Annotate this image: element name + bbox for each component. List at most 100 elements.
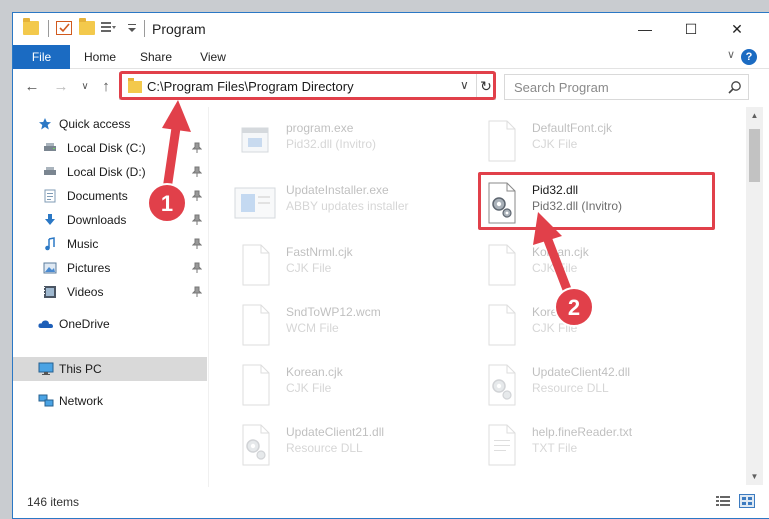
local-disk-icon bbox=[44, 167, 56, 175]
sidebar-item-label: Local Disk (D:) bbox=[67, 165, 146, 179]
sidebar-item-music[interactable]: Music bbox=[13, 232, 207, 256]
refresh-button[interactable]: ↻ bbox=[476, 73, 495, 99]
installer-icon bbox=[234, 187, 276, 219]
file-item[interactable]: UpdateClient42.dll Resource DLL bbox=[456, 359, 696, 415]
scroll-down-button[interactable]: ▼ bbox=[746, 468, 763, 485]
pin-icon[interactable] bbox=[192, 142, 202, 154]
search-box[interactable]: Search Program bbox=[504, 74, 749, 100]
chevron-down-icon[interactable] bbox=[127, 21, 137, 35]
new-folder-icon[interactable] bbox=[79, 18, 95, 35]
pin-icon[interactable] bbox=[192, 262, 202, 274]
status-bar: 146 items bbox=[13, 487, 769, 518]
file-name: help.fineReader.txt bbox=[532, 425, 633, 439]
large-icons-view-icon[interactable] bbox=[739, 494, 755, 508]
divider bbox=[144, 20, 145, 37]
file-type: CJK File bbox=[286, 261, 332, 275]
help-button[interactable]: ? bbox=[741, 49, 757, 65]
file-icon bbox=[488, 120, 516, 162]
dll-gear-icon bbox=[488, 364, 516, 406]
search-input[interactable]: Search Program bbox=[514, 80, 609, 95]
file-item[interactable]: FastNrml.cjk CJK File bbox=[210, 239, 450, 295]
navigation-pane: Quick access Local Disk (C:) Local Disk … bbox=[13, 107, 208, 487]
sidebar-item-network[interactable]: Network bbox=[13, 389, 207, 413]
properties-icon[interactable] bbox=[56, 21, 72, 35]
file-type: CJK File bbox=[286, 381, 332, 395]
sidebar-item-label: Downloads bbox=[67, 213, 127, 227]
divider bbox=[48, 20, 49, 37]
dll-gear-icon bbox=[242, 424, 270, 466]
file-type: Resource DLL bbox=[532, 381, 609, 395]
file-item[interactable]: SndToWP12.wcm WCM File bbox=[210, 299, 450, 355]
pin-icon[interactable] bbox=[192, 190, 202, 202]
folder-icon bbox=[23, 18, 39, 35]
file-type: WCM File bbox=[286, 321, 339, 335]
expand-ribbon-icon[interactable]: ∨ bbox=[727, 48, 735, 61]
sidebar-item-label: Quick access bbox=[59, 117, 131, 131]
file-name: DefaultFont.cjk bbox=[532, 121, 613, 135]
file-name: Korean.cjk bbox=[532, 245, 589, 259]
music-icon bbox=[45, 237, 55, 251]
pin-icon[interactable] bbox=[192, 286, 202, 298]
sidebar-item-local-disk-d[interactable]: Local Disk (D:) bbox=[13, 160, 207, 184]
pin-icon[interactable] bbox=[192, 214, 202, 226]
file-item[interactable]: DefaultFont.cjk CJK File bbox=[456, 115, 696, 171]
vertical-scrollbar[interactable]: ▲ ▼ bbox=[746, 107, 763, 485]
customize-toolbar-icon[interactable] bbox=[101, 21, 117, 35]
address-bar[interactable]: C:\Program Files\Program Directory ∨ ↻ bbox=[119, 72, 496, 100]
tab-share[interactable]: Share bbox=[131, 45, 181, 69]
chevron-down-icon[interactable]: ∨ bbox=[460, 78, 469, 92]
local-disk-icon bbox=[44, 143, 56, 151]
back-button[interactable]: ← bbox=[21, 77, 43, 97]
pane-divider[interactable] bbox=[208, 107, 209, 487]
close-button[interactable]: ✕ bbox=[714, 13, 760, 45]
file-icon bbox=[488, 304, 516, 346]
ribbon: File Home Share View ∨ ? bbox=[13, 45, 769, 69]
file-icon bbox=[242, 364, 270, 406]
details-view-icon[interactable] bbox=[715, 494, 731, 508]
computer-icon bbox=[38, 362, 54, 375]
file-item[interactable]: program.exe Pid32.dll (Invitro) bbox=[210, 115, 450, 171]
file-type: CJK File bbox=[532, 321, 578, 335]
sidebar-item-documents[interactable]: Documents bbox=[13, 184, 207, 208]
maximize-button[interactable]: ☐ bbox=[668, 13, 714, 45]
tab-home[interactable]: Home bbox=[75, 45, 125, 69]
pin-icon[interactable] bbox=[192, 166, 202, 178]
search-icon[interactable] bbox=[728, 80, 742, 94]
sidebar-item-label: This PC bbox=[59, 362, 102, 376]
file-item[interactable]: UpdateClient21.dll Resource DLL bbox=[210, 419, 450, 475]
file-name: UpdateClient21.dll bbox=[286, 425, 385, 439]
sidebar-item-label: Pictures bbox=[67, 261, 111, 275]
address-path[interactable]: C:\Program Files\Program Directory bbox=[147, 79, 354, 94]
up-button[interactable]: ↑ bbox=[95, 77, 117, 97]
sidebar-item-quick-access[interactable]: Quick access bbox=[13, 112, 207, 136]
sidebar-item-videos[interactable]: Videos bbox=[13, 280, 207, 304]
tab-file[interactable]: File bbox=[13, 45, 70, 69]
scroll-up-button[interactable]: ▲ bbox=[746, 107, 763, 124]
videos-icon bbox=[44, 286, 56, 298]
file-item[interactable]: Korean.cjk CJK File bbox=[456, 239, 696, 295]
file-name: UpdateClient42.dll bbox=[532, 365, 631, 379]
title-bar: Program — ☐ ✕ bbox=[13, 13, 769, 45]
file-item[interactable]: Korean.cjk CJK File bbox=[456, 299, 696, 355]
file-type: Pid32.dll (Invitro) bbox=[286, 137, 377, 151]
sidebar-item-label: Local Disk (C:) bbox=[67, 141, 146, 155]
scroll-thumb[interactable] bbox=[749, 129, 760, 182]
forward-button[interactable]: → bbox=[50, 77, 72, 97]
sidebar-item-local-disk-c[interactable]: Local Disk (C:) bbox=[13, 136, 207, 160]
file-item[interactable]: UpdateInstaller.exe ABBY updates install… bbox=[210, 177, 450, 233]
pin-icon[interactable] bbox=[192, 238, 202, 250]
file-item[interactable]: help.fineReader.txt TXT File bbox=[456, 419, 696, 475]
item-count: 146 items bbox=[27, 495, 80, 509]
sidebar-item-label: OneDrive bbox=[59, 317, 110, 331]
tab-view[interactable]: View bbox=[188, 45, 238, 69]
sidebar-item-this-pc[interactable]: This PC bbox=[13, 357, 207, 381]
sidebar-item-onedrive[interactable]: OneDrive bbox=[13, 312, 207, 336]
sidebar-item-pictures[interactable]: Pictures bbox=[13, 256, 207, 280]
file-name: Korean.cjk bbox=[532, 305, 589, 319]
minimize-button[interactable]: — bbox=[622, 13, 668, 45]
sidebar-item-label: Music bbox=[67, 237, 99, 251]
file-item[interactable]: Korean.cjk CJK File bbox=[210, 359, 450, 415]
file-name: Korean.cjk bbox=[286, 365, 343, 379]
recent-locations-button[interactable]: ∨ bbox=[74, 77, 96, 97]
sidebar-item-downloads[interactable]: Downloads bbox=[13, 208, 207, 232]
